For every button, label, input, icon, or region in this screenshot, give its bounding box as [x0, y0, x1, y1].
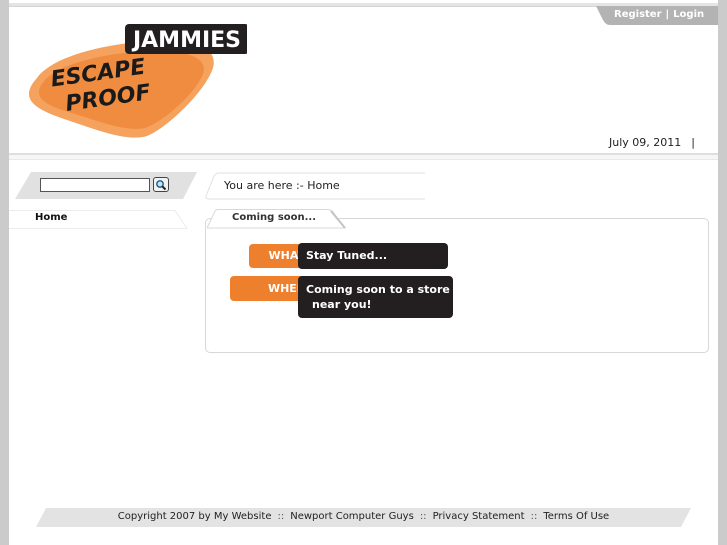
- auth-links: Register | Login: [614, 9, 704, 20]
- date-separator: |: [691, 136, 695, 149]
- login-link[interactable]: Login: [673, 9, 704, 20]
- when-value: Coming soon to a store near you!: [298, 276, 453, 318]
- footer-link-privacy[interactable]: Privacy Statement: [433, 511, 525, 522]
- date-display: July 09, 2011 |: [609, 136, 695, 149]
- footer-links: Copyright 2007 by My Website:: Newport Co…: [36, 511, 691, 522]
- footer-link-terms[interactable]: Terms Of Use: [543, 511, 609, 522]
- what-value: Stay Tuned...: [298, 243, 448, 269]
- footer-link-newport[interactable]: Newport Computer Guys: [290, 511, 414, 522]
- search-bar: [15, 172, 197, 199]
- logo-brand: JAMMIES: [131, 28, 241, 53]
- logo-graphic: JAMMIES ESCAPE PROOF: [28, 24, 249, 138]
- breadcrumb-text: You are here :- Home: [224, 179, 340, 192]
- search-button[interactable]: [153, 177, 169, 192]
- sidebar-item-home[interactable]: Home: [9, 210, 189, 229]
- footer-separator: ::: [419, 511, 427, 522]
- when-value-line2: near you!: [312, 298, 372, 311]
- breadcrumb: You are here :- Home: [205, 172, 425, 200]
- header-divider: [9, 153, 718, 160]
- register-link[interactable]: Register: [614, 9, 662, 20]
- auth-separator: |: [665, 9, 670, 20]
- when-value-line1: Coming soon to a store: [306, 283, 450, 296]
- site-logo[interactable]: JAMMIES ESCAPE PROOF: [17, 20, 249, 140]
- current-date: July 09, 2011: [609, 136, 682, 149]
- footer-separator: ::: [277, 511, 285, 522]
- search-input[interactable]: [40, 178, 150, 192]
- copyright-text: Copyright 2007 by My Website: [117, 511, 272, 522]
- page-container: Register | Login JAMMIES ESCAPE PROOF July…: [9, 0, 718, 545]
- content-title: Coming soon...: [232, 212, 317, 223]
- footer-separator: ::: [530, 511, 538, 522]
- sidebar-item-label: Home: [35, 212, 68, 223]
- content-tab: Coming soon...: [207, 209, 347, 229]
- footer: Copyright 2007 by My Website:: Newport Co…: [36, 508, 691, 527]
- magnifier-icon: [156, 180, 167, 191]
- auth-tab: Register | Login: [596, 6, 718, 25]
